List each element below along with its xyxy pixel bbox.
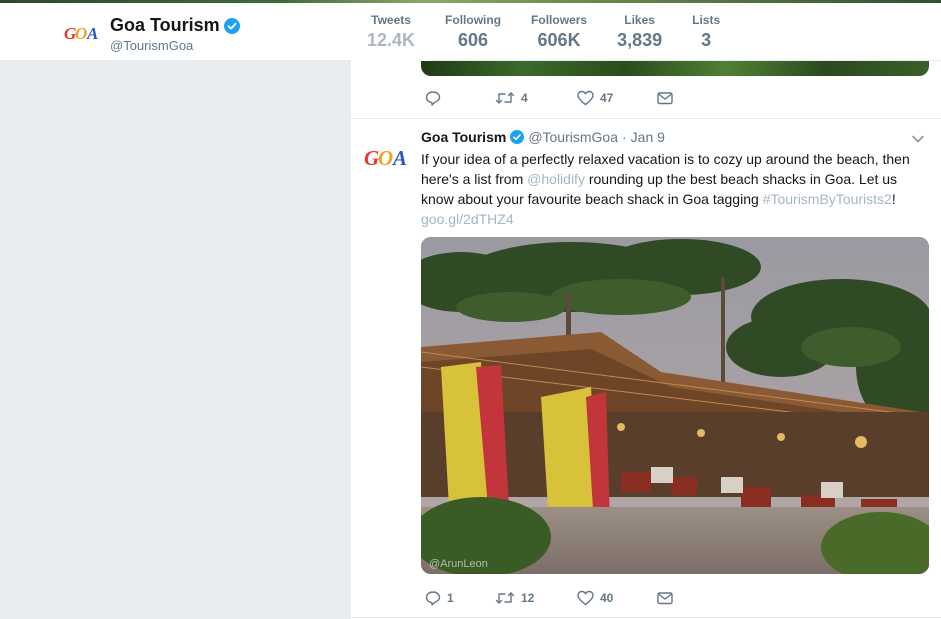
stat-label: Lists bbox=[692, 13, 721, 27]
stat-followers[interactable]: Followers 606K bbox=[516, 3, 602, 61]
svg-text:A: A bbox=[391, 146, 407, 170]
reply-icon bbox=[425, 91, 441, 106]
like-count: 40 bbox=[600, 591, 614, 605]
envelope-icon bbox=[657, 592, 673, 605]
beach-shack-photo: @ArunLeon bbox=[421, 237, 929, 574]
stat-label: Following bbox=[445, 13, 502, 27]
reply-icon bbox=[425, 591, 441, 606]
reply-count: 1 bbox=[447, 591, 454, 605]
profile-name[interactable]: Goa Tourism bbox=[110, 15, 240, 36]
retweet-icon bbox=[495, 592, 515, 604]
tweet-timeline: 4 47 G O A Goa Tourism @TourismGoa · Jan bbox=[350, 61, 941, 619]
tweet-divider bbox=[351, 617, 941, 618]
profile-handle[interactable]: @TourismGoa bbox=[110, 38, 193, 53]
chevron-down-icon[interactable] bbox=[911, 134, 925, 144]
direct-message-button[interactable] bbox=[657, 591, 673, 605]
stat-value: 3,839 bbox=[617, 30, 663, 50]
stat-likes[interactable]: Likes 3,839 bbox=[602, 3, 677, 61]
like-button[interactable]: 40 bbox=[577, 590, 657, 606]
stat-value: 12.4K bbox=[367, 30, 416, 50]
svg-text:O: O bbox=[75, 24, 87, 43]
tweet-timestamp[interactable]: Jan 9 bbox=[631, 129, 665, 145]
retweet-button[interactable]: 4 bbox=[495, 90, 577, 106]
stat-value: 606 bbox=[458, 30, 489, 50]
tweet-author-name[interactable]: Goa Tourism bbox=[421, 129, 506, 145]
tweet-text: If your idea of a perfectly relaxed vaca… bbox=[421, 149, 931, 229]
stat-value: 3 bbox=[701, 30, 712, 50]
verified-badge-icon bbox=[510, 130, 525, 144]
profile-stats: Tweets 12.4K Following 606 Followers 606… bbox=[352, 3, 735, 61]
stat-label: Followers bbox=[531, 13, 588, 27]
tweet-author-handle[interactable]: @TourismGoa bbox=[528, 129, 618, 145]
stat-tweets[interactable]: Tweets 12.4K bbox=[352, 3, 431, 61]
tweet-divider bbox=[351, 118, 941, 119]
svg-text:A: A bbox=[86, 24, 98, 43]
previous-tweet-actions: 4 47 bbox=[425, 90, 673, 106]
reply-button[interactable]: 1 bbox=[425, 590, 495, 606]
tweet-photo[interactable]: @ArunLeon bbox=[421, 237, 929, 574]
goa-logo-avatar[interactable]: G O A bbox=[64, 23, 100, 43]
stat-value: 606K bbox=[537, 30, 581, 50]
reply-button[interactable] bbox=[425, 90, 495, 106]
profile-name-text[interactable]: Goa Tourism bbox=[110, 15, 220, 36]
photo-watermark: @ArunLeon bbox=[429, 558, 488, 570]
stat-label: Likes bbox=[624, 13, 655, 27]
hashtag-link[interactable]: #TourismByTourists2 bbox=[763, 191, 892, 207]
retweet-button[interactable]: 12 bbox=[495, 590, 577, 606]
previous-tweet-media[interactable] bbox=[421, 61, 929, 76]
heart-icon bbox=[577, 590, 594, 606]
separator-dot: · bbox=[622, 129, 627, 145]
mention-link[interactable]: @holidify bbox=[527, 171, 585, 187]
stat-following[interactable]: Following 606 bbox=[430, 3, 516, 61]
svg-text:O: O bbox=[378, 146, 393, 170]
retweet-icon bbox=[495, 92, 515, 104]
heart-icon bbox=[577, 90, 594, 106]
url-link[interactable]: goo.gl/2dTHZ4 bbox=[421, 211, 514, 227]
tweet-text-part: ! bbox=[891, 191, 896, 207]
stat-lists[interactable]: Lists 3 bbox=[677, 3, 735, 61]
svg-text:G: G bbox=[364, 146, 379, 170]
like-count: 47 bbox=[600, 91, 614, 105]
retweet-count: 4 bbox=[521, 91, 528, 105]
like-button[interactable]: 47 bbox=[577, 90, 657, 106]
tweet-author-avatar[interactable]: G O A bbox=[363, 145, 411, 171]
envelope-icon bbox=[657, 92, 673, 105]
retweet-count: 12 bbox=[521, 591, 535, 605]
profile-nav-bar: G O A Goa Tourism @TourismGoa Tweets 12.… bbox=[0, 3, 941, 61]
direct-message-button[interactable] bbox=[657, 91, 673, 105]
verified-badge-icon bbox=[223, 17, 240, 34]
tweet-header: Goa Tourism @TourismGoa · Jan 9 bbox=[421, 129, 665, 145]
stat-label: Tweets bbox=[371, 13, 411, 27]
tweet-actions: 1 12 40 bbox=[425, 590, 673, 606]
